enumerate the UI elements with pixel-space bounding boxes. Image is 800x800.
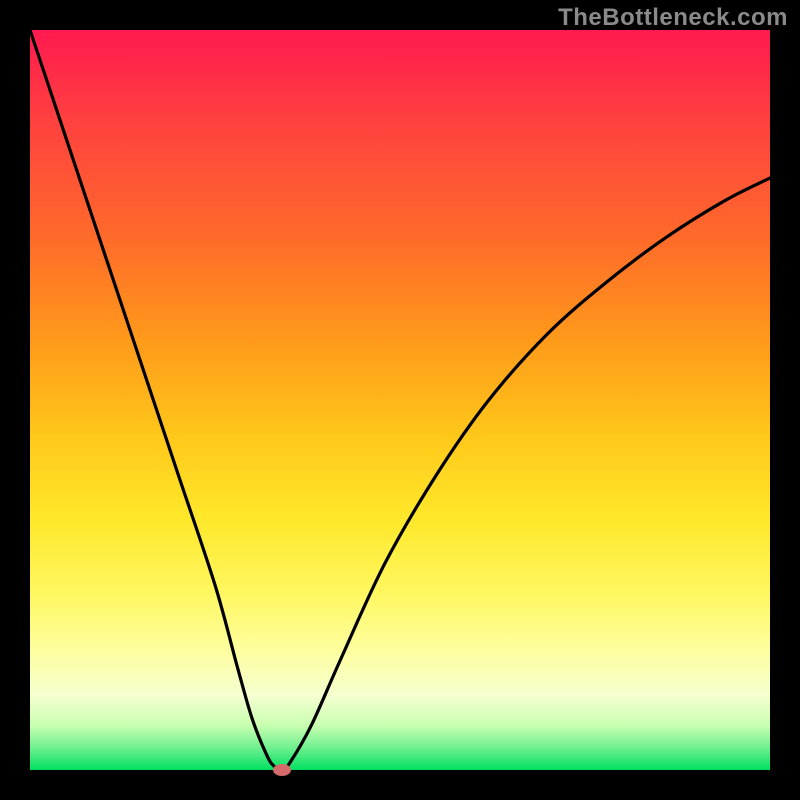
plot-area: [30, 30, 770, 770]
optimum-marker: [273, 764, 291, 776]
watermark-text: TheBottleneck.com: [558, 4, 788, 32]
chart-frame: TheBottleneck.com: [0, 0, 800, 800]
bottleneck-curve: [30, 30, 770, 770]
